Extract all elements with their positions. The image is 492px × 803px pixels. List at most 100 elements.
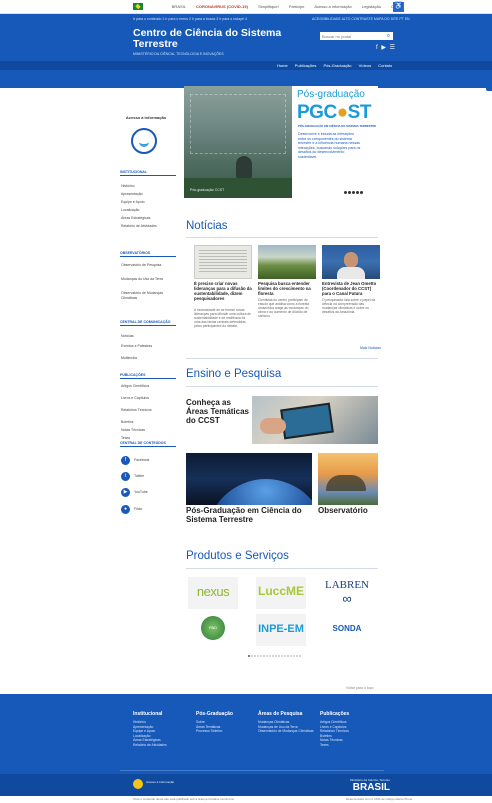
news-desc-2: Cientistas do centro participam de estud… — [258, 298, 310, 318]
teaching-heading[interactable]: Ensino e Pesquisa — [186, 368, 281, 380]
sidebar-item-relatorios[interactable]: Relatórios Técnicos — [121, 408, 173, 413]
news-image-2[interactable] — [258, 245, 316, 279]
sidebar-item-notas[interactable]: Notas Técnicas — [121, 428, 173, 433]
youtube-icon[interactable]: ▶ — [381, 45, 387, 51]
footer-heading[interactable]: Áreas de Pesquisa — [258, 711, 328, 717]
sidebar-item-livros[interactable]: Livros e Capítulos — [121, 396, 173, 401]
accessibility-icon[interactable]: ♿ — [393, 2, 404, 12]
footer-link[interactable]: Teses — [320, 743, 390, 748]
gov-link-legislacao[interactable]: Legislação — [362, 4, 381, 9]
channel-youtube[interactable]: YouTube — [134, 490, 148, 494]
news-heading[interactable]: Notícias — [186, 220, 228, 232]
youtube-icon[interactable]: ▶ — [121, 488, 130, 497]
product-sonda[interactable]: SONDA — [322, 614, 372, 646]
sidebar-item-obs-uso-terra[interactable]: Mudanças do Uso da Terra — [121, 277, 173, 282]
sidebar-heading-publications: PUBLICAÇÕES — [120, 373, 176, 379]
search-icon[interactable]: ⌕ — [384, 32, 393, 40]
observatory-link[interactable]: Observatório — [318, 506, 380, 515]
access-info-badge-icon[interactable] — [133, 779, 143, 789]
sidebar-item-equipe[interactable]: Equipe e Apoio — [121, 200, 173, 205]
nav-videos[interactable]: Vídeos — [359, 63, 371, 68]
twitter-icon[interactable]: t — [121, 472, 130, 481]
footer-heading[interactable]: Publicações — [320, 711, 390, 717]
postgrad-image[interactable] — [186, 453, 312, 505]
sidebar-item-artigos[interactable]: Artigos Científicos — [121, 384, 173, 389]
gov-link-simplifique[interactable]: Simplifique! — [258, 4, 279, 9]
cms-credit[interactable]: Desenvolvido com o CMS de código aberto … — [346, 797, 412, 801]
product-nexus-label: nexus — [196, 584, 230, 599]
footer-heading[interactable]: Institucional — [133, 711, 203, 717]
skip-links[interactable]: Ir para o conteúdo 1 Ir para o menu 2 Ir… — [133, 17, 247, 21]
nav-home[interactable]: Home — [277, 63, 288, 68]
site-title[interactable]: Centro de Ciência do Sistema Terrestre — [133, 28, 323, 50]
more-news-link[interactable]: Mais Notícias — [360, 346, 381, 350]
news-image-3[interactable] — [322, 245, 380, 279]
channel-flickr[interactable]: Flickr — [134, 507, 142, 511]
sidebar-item-multimidia[interactable]: Multimídia — [121, 356, 173, 361]
sidebar-item-eventos[interactable]: Eventos e Palestras — [121, 344, 173, 349]
facebook-icon[interactable]: f — [121, 456, 130, 465]
hero-banner[interactable]: Pós-graduação PGC●ST PÓS-GRADUAÇÃO EM CI… — [184, 86, 378, 198]
nav-publicacoes[interactable]: Publicações — [295, 63, 317, 68]
postgrad-link[interactable]: Pós-Graduação em Ciência do Sistema Terr… — [186, 506, 312, 524]
brazil-flag-icon[interactable] — [133, 3, 143, 10]
news-title-3[interactable]: Entrevista de Jean Ometto (Coordenador d… — [322, 281, 380, 296]
news-image-1[interactable] — [194, 245, 252, 279]
facebook-icon[interactable]: f — [376, 45, 379, 51]
sidebar-item-teses[interactable]: Teses — [121, 436, 173, 441]
flickr-icon[interactable]: ● — [121, 505, 130, 514]
news-title-2[interactable]: Pesquisa busca entender limites do cresc… — [258, 281, 316, 296]
license-text[interactable]: Todo o conteúdo deste site está publicad… — [133, 797, 234, 801]
product-luccme[interactable]: LuccME — [256, 577, 306, 609]
sidebar-item-areas[interactable]: Áreas Estratégicas — [121, 216, 173, 221]
nav-contato[interactable]: Contato — [378, 63, 392, 68]
access-info-icon[interactable] — [131, 128, 157, 154]
sidebar-item-localizacao[interactable]: Localização — [121, 208, 173, 213]
gov-link-participe[interactable]: Participe — [289, 4, 305, 9]
themes-link[interactable]: Conheça as Áreas Temáticas do CCST — [186, 398, 250, 425]
product-labren[interactable]: LABREN ∞ — [322, 577, 372, 609]
nav-pos-graduacao[interactable]: Pós-Graduação — [324, 63, 352, 68]
sidebar-heading-communication: CENTRAL DE COMUNICAÇÃO — [120, 320, 176, 326]
product-pad[interactable]: PAD — [188, 614, 238, 646]
rss-icon[interactable]: ☰ — [390, 45, 396, 51]
sidebar-item-obs-pesquisa[interactable]: Observatório de Pesquisa — [121, 263, 173, 268]
accessibility-links[interactable]: ACESSIBILIDADE ALTO CONTRASTE MAPA DO SI… — [312, 17, 410, 21]
news-title-1[interactable]: É preciso criar novas lideranças para a … — [194, 281, 252, 301]
products-pager[interactable] — [248, 653, 302, 659]
carousel-dots[interactable] — [344, 190, 364, 196]
search-input[interactable] — [320, 32, 384, 40]
observatory-image[interactable] — [318, 453, 378, 505]
footer-link[interactable]: Processo Seletivo — [196, 729, 266, 734]
banner-pg-text: Desenvolve e estuda as interações entre … — [298, 132, 361, 159]
access-info-footer-text[interactable]: Acesso à Informação — [146, 780, 174, 785]
footer-link[interactable]: Observatório de Mudanças Climáticas — [258, 729, 328, 734]
sidebar-item-historico[interactable]: Histórico — [121, 184, 173, 189]
news-desc-1: A necessidade de se formar novas lideran… — [194, 308, 251, 328]
copyright-bar: Todo o conteúdo deste site está publicad… — [0, 796, 492, 803]
gov-link-covid[interactable]: CORONAVÍRUS (COVID-19) — [196, 4, 248, 9]
gov-link-acesso[interactable]: Acesso à informação — [314, 4, 351, 9]
sidebar-item-apresentacao[interactable]: Apresentação — [121, 192, 173, 197]
product-nexus[interactable]: nexus — [188, 577, 238, 609]
themes-image[interactable] — [252, 396, 378, 444]
access-info-title[interactable]: Acesso à Informação — [124, 115, 168, 120]
back-to-top-link[interactable]: Voltar para o topo — [346, 686, 374, 690]
footer-link[interactable]: Relatório de Atividades — [133, 743, 203, 748]
sidebar-item-relatorio[interactable]: Relatório de Atividades — [121, 224, 173, 229]
product-luccme-label: LuccME — [257, 584, 304, 598]
social-icons[interactable]: f ▶ ☰ — [376, 44, 396, 51]
channel-twitter[interactable]: Twitter — [134, 474, 144, 478]
main-nav: Home Publicações Pós-Graduação Vídeos Co… — [0, 61, 492, 70]
products-heading[interactable]: Produtos e Serviços — [186, 550, 289, 562]
gov-brasil-logo[interactable]: Ministério da Ciência, Tecnologia e Inov… — [350, 778, 390, 793]
sidebar-item-obs-clima[interactable]: Observatório de Mudanças Climáticas — [121, 291, 173, 300]
channel-facebook[interactable]: Facebook — [134, 458, 149, 462]
side-tab[interactable] — [486, 82, 492, 91]
footer-col-pos: Pós-Graduação Sobre Áreas Temáticas Proc… — [196, 711, 266, 734]
sidebar-item-noticias[interactable]: Notícias — [121, 334, 173, 339]
gov-brasil-link[interactable]: BRASIL — [146, 4, 186, 9]
footer-heading[interactable]: Pós-Graduação — [196, 711, 266, 717]
sidebar-item-boletins[interactable]: Boletins — [121, 420, 173, 425]
product-inpe-em[interactable]: INPE-EM — [256, 614, 306, 646]
